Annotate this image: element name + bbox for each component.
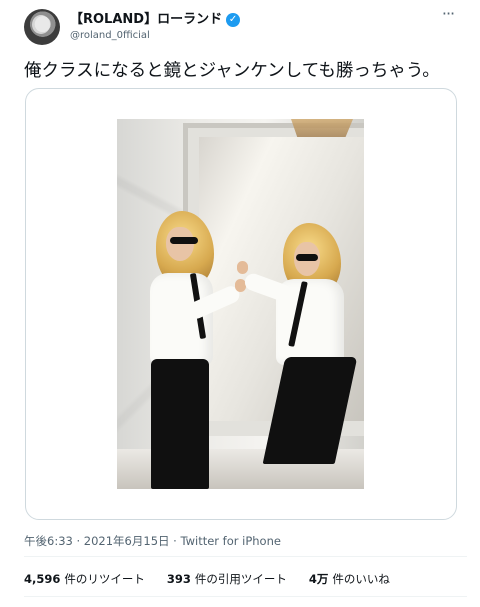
reflection-hand bbox=[237, 261, 248, 274]
tweet-timestamp-source[interactable]: 午後6:33 · 2021年6月15日 · Twitter for iPhone bbox=[24, 534, 281, 548]
reflection-glasses bbox=[296, 254, 318, 261]
more-options-icon[interactable]: ··· bbox=[438, 6, 458, 26]
photo-mirror-scene[interactable] bbox=[117, 119, 364, 489]
author-display-name[interactable]: 【ROLAND】ローランド bbox=[70, 12, 222, 28]
author-name-row[interactable]: 【ROLAND】ローランド ✓ bbox=[70, 12, 241, 28]
like-count[interactable]: 4万 件のいいね bbox=[309, 572, 390, 586]
author-avatar[interactable] bbox=[24, 9, 60, 45]
person-pants bbox=[151, 359, 209, 489]
tweet-stats: 4,596 件のリツイート 393 件の引用ツイート 4万 件のいいね bbox=[24, 572, 390, 586]
like-number: 4万 bbox=[308, 572, 329, 586]
retweet-number: 4,596 bbox=[24, 572, 61, 586]
quote-tweet-count[interactable]: 393 件の引用ツイート bbox=[167, 572, 287, 586]
retweet-count[interactable]: 4,596 件のリツイート bbox=[24, 572, 145, 586]
tweet-media[interactable] bbox=[25, 88, 457, 520]
person-face bbox=[166, 227, 194, 261]
author-handle[interactable]: @roland_0fficial bbox=[70, 30, 150, 42]
divider bbox=[24, 596, 467, 597]
person-glasses bbox=[170, 237, 198, 244]
like-label: 件のいいね bbox=[332, 572, 390, 586]
verified-badge-icon: ✓ bbox=[226, 13, 241, 27]
quote-tweet-label: 件の引用ツイート bbox=[194, 572, 287, 586]
tweet-text: 俺クラスになると鏡とジャンケンしても勝っちゃう。 bbox=[24, 61, 440, 81]
retweet-label: 件のリツイート bbox=[64, 572, 145, 586]
person-shirt bbox=[150, 273, 213, 365]
divider bbox=[24, 556, 467, 557]
quote-tweet-number: 393 bbox=[166, 572, 191, 586]
ceiling-light bbox=[291, 119, 353, 137]
tweet: 【ROLAND】ローランド ✓ @roland_0fficial ··· 俺クラ… bbox=[0, 0, 480, 607]
